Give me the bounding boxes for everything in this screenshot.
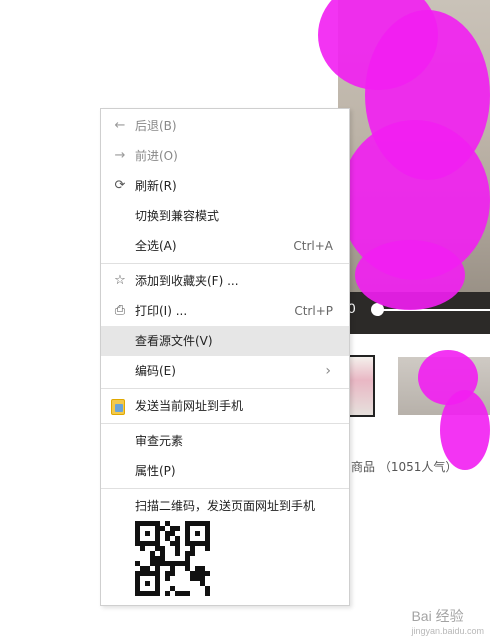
shortcut-label: Ctrl+A <box>293 239 333 253</box>
star-icon: ☆ <box>114 273 126 288</box>
menu-item-print[interactable]: ⎙ 打印(I) ... Ctrl+P <box>101 296 349 326</box>
printer-icon: ⎙ <box>114 303 126 318</box>
arrow-left-icon: ← <box>114 118 126 133</box>
chevron-right-icon: › <box>325 363 331 379</box>
menu-separator <box>101 423 349 424</box>
menu-item-refresh[interactable]: ⟳ 刷新(R) <box>101 171 349 201</box>
qr-code[interactable] <box>135 521 210 596</box>
menu-item-view-source[interactable]: 查看源文件(V) <box>101 326 349 356</box>
qr-label: 扫描二维码，发送页面网址到手机 <box>135 499 316 513</box>
menu-item-compat-mode[interactable]: 切换到兼容模式 <box>101 201 349 231</box>
menu-item-properties[interactable]: 属性(P) <box>101 456 349 486</box>
menu-separator <box>101 263 349 264</box>
menu-separator <box>101 488 349 489</box>
send-to-phone-icon <box>111 399 125 415</box>
menu-item-back[interactable]: ← 后退(B) <box>101 111 349 141</box>
arrow-right-icon: → <box>114 148 126 163</box>
menu-item-send-to-phone[interactable]: 发送当前网址到手机 <box>101 391 349 421</box>
menu-item-inspect[interactable]: 审查元素 <box>101 426 349 456</box>
menu-item-forward[interactable]: → 前进(O) <box>101 141 349 171</box>
refresh-icon: ⟳ <box>114 178 126 193</box>
popularity-text: 商品 （1051人气） <box>351 460 458 474</box>
menu-item-encoding[interactable]: 编码(E) › <box>101 356 349 386</box>
menu-item-select-all[interactable]: 全选(A) Ctrl+A <box>101 231 349 261</box>
context-menu: ← 后退(B) → 前进(O) ⟳ 刷新(R) 切换到兼容模式 全选(A) Ct… <box>100 108 350 606</box>
baidu-watermark: Bai 经验 jingyan.baidu.com <box>411 608 484 636</box>
shortcut-label: Ctrl+P <box>294 304 333 318</box>
menu-item-add-favorite[interactable]: ☆ 添加到收藏夹(F) ... <box>101 266 349 296</box>
menu-separator <box>101 388 349 389</box>
